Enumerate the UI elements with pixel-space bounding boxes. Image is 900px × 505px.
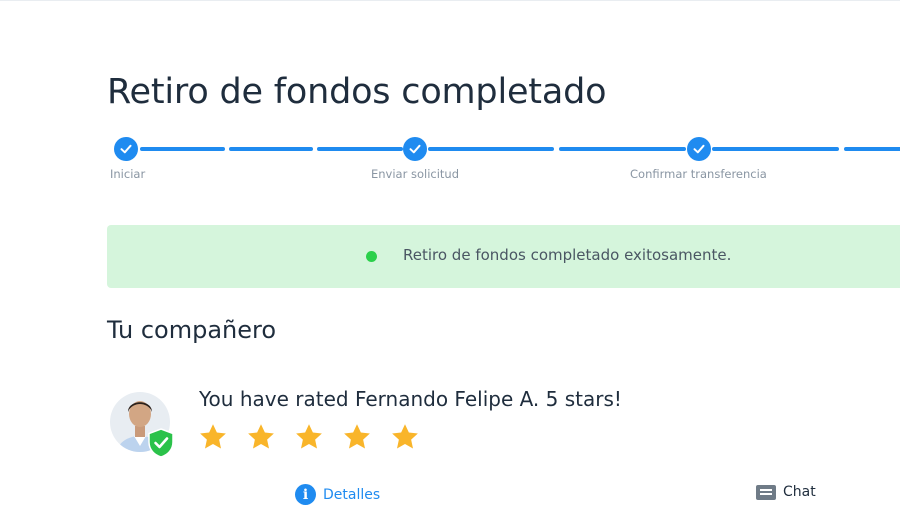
chat-label: Chat — [783, 484, 816, 500]
rating-stars — [198, 422, 420, 452]
stepper-segment — [229, 147, 313, 151]
rating-message: You have rated Fernando Felipe A. 5 star… — [199, 387, 622, 411]
chat-button[interactable]: Chat — [756, 484, 816, 500]
step-label-confirmar-transferencia: Confirmar transferencia — [630, 167, 767, 181]
star-icon — [296, 424, 322, 449]
step-1-check-icon — [114, 137, 138, 161]
stepper-segment — [559, 147, 686, 151]
verified-shield-icon — [148, 428, 174, 458]
stepper-segment — [712, 147, 839, 151]
details-link[interactable]: i Detalles — [295, 484, 380, 505]
chat-icon — [756, 484, 776, 500]
step-label-iniciar: Iniciar — [110, 167, 146, 181]
progress-stepper: Iniciar Enviar solicitud Confirmar trans… — [0, 135, 900, 185]
stepper-segment — [140, 147, 225, 151]
star-icon — [200, 424, 226, 449]
success-message: Retiro de fondos completado exitosamente… — [403, 246, 732, 264]
star-icon — [248, 424, 274, 449]
partner-section-title: Tu compañero — [107, 316, 277, 344]
star-icon — [344, 424, 370, 449]
stepper-segment — [317, 147, 403, 151]
step-3-check-icon — [687, 137, 711, 161]
top-divider — [0, 0, 900, 1]
step-label-enviar-solicitud: Enviar solicitud — [371, 167, 460, 181]
page-title: Retiro de fondos completado — [107, 72, 607, 112]
star-icon — [392, 424, 418, 449]
step-2-check-icon — [403, 137, 427, 161]
partner-avatar — [110, 386, 174, 460]
stepper-segment — [428, 147, 554, 151]
details-label: Detalles — [323, 486, 381, 503]
stepper-segment — [844, 147, 900, 151]
info-icon: i — [295, 484, 316, 505]
success-status-dot — [366, 251, 377, 262]
success-banner: Retiro de fondos completado exitosamente… — [107, 225, 900, 288]
